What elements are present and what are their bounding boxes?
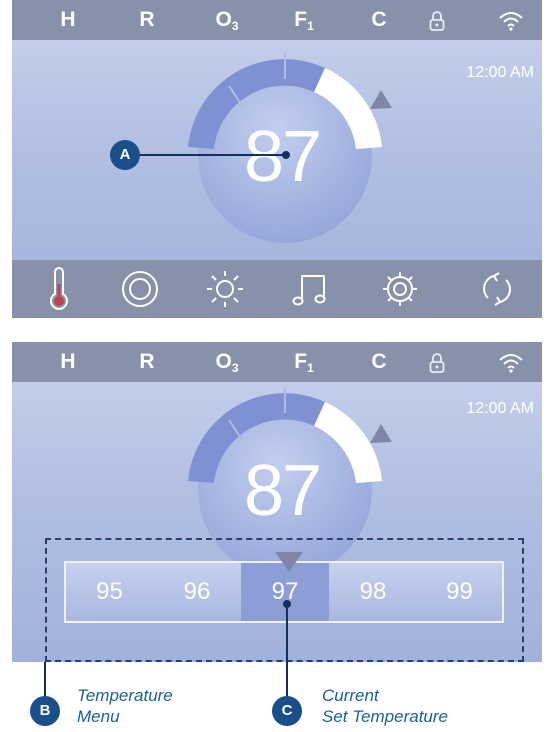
target-icon[interactable] — [115, 264, 165, 314]
current-temperature: 87 — [244, 451, 322, 531]
callout-b-line — [44, 662, 46, 698]
thermometer-icon[interactable] — [34, 264, 84, 314]
label-b-line1: Temperature — [77, 686, 173, 705]
main-screen: H R O3 F1 C 12:00 AM 87 A — [12, 0, 542, 318]
setpoint-marker — [370, 90, 392, 109]
cycle-icon[interactable] — [472, 264, 522, 314]
setpoint-marker — [370, 424, 392, 443]
bottom-nav — [12, 260, 542, 318]
callout-a-dot — [282, 151, 290, 159]
label-c-line2: Set Temperature — [322, 707, 448, 726]
music-icon[interactable] — [288, 264, 338, 314]
callout-a-line — [139, 154, 287, 156]
callout-c-line — [286, 604, 288, 698]
callout-c-badge: C — [272, 696, 302, 726]
label-b-line2: Menu — [77, 707, 120, 726]
settings-icon[interactable] — [375, 264, 425, 314]
label-current-set-temperature: Current Set Temperature — [322, 685, 448, 727]
callout-a-badge: A — [110, 140, 140, 170]
light-icon[interactable] — [200, 264, 250, 314]
label-temperature-menu: Temperature Menu — [77, 685, 173, 727]
callout-b-badge: B — [30, 696, 60, 726]
label-c-line1: Current — [322, 686, 379, 705]
